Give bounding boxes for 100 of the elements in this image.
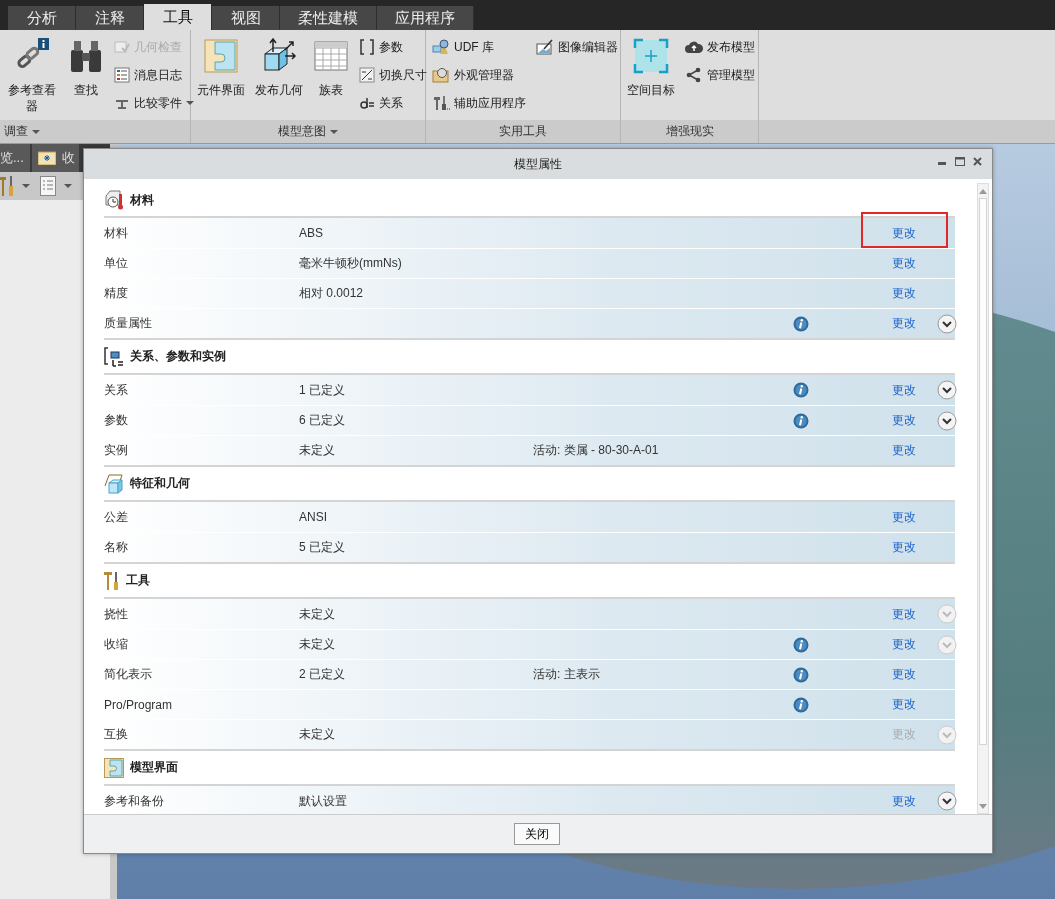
section-title: 模型界面 [130,759,178,776]
tools-icon [0,175,14,197]
property-label: 公差 [104,509,128,524]
ribbon-button[interactable]: 消息日志 [112,64,196,86]
expand-button[interactable] [937,380,957,400]
section-title: 材料 [130,191,154,209]
section-title: 工具 [126,572,150,589]
property-label: 挠性 [104,606,128,621]
property-label: 精度 [104,286,128,300]
ribbon-button[interactable]: 辅助应用程序 [430,92,528,114]
panel-tab[interactable]: 收 [31,144,81,172]
ribbon-button[interactable]: 发布几何 [253,36,305,100]
change-link[interactable]: 更改 [892,443,916,457]
property-value: 未定义 [299,606,335,621]
change-link[interactable]: 更改 [892,697,916,711]
change-link[interactable]: 更改 [892,256,916,270]
group-label: 模型意图 [278,123,326,140]
change-link[interactable]: 更改 [892,793,916,808]
property-label: 实例 [104,443,128,457]
property-label: 简化表示 [104,667,152,681]
ribbon-tab[interactable]: 视图 [212,6,280,30]
expand-button[interactable] [937,791,957,811]
property-label: 收缩 [104,637,128,651]
change-link[interactable]: 更改 [892,413,916,427]
ribbon-button[interactable]: 发布模型 [683,36,757,58]
property-value: 1 已定义 [299,382,345,397]
property-value: 毫米牛顿秒(mmNs) [299,256,402,270]
expand-button[interactable] [937,410,957,431]
chevron-down-icon [937,791,957,811]
ribbon-button[interactable]: 参考查看器 [4,36,60,116]
property-value: 未定义 [299,637,335,651]
change-link[interactable]: 更改 [892,382,916,397]
ribbon-button[interactable]: 参数 [357,36,429,58]
property-label: 参数 [104,413,128,427]
share-icon [685,67,703,83]
ribbon-tab[interactable]: 分析 [8,6,76,30]
ribbon-button[interactable]: 查找 [66,36,106,100]
scroll-down-icon [979,803,987,809]
property-label: 参考和备份 [104,793,164,808]
ribbon-button[interactable]: 比较零件 [112,92,196,114]
property-value: ANSI [299,510,327,524]
change-link[interactable]: 更改 [892,667,916,681]
list-log-icon [114,67,130,83]
property-value: ABS [299,226,323,240]
ribbon-tab[interactable]: 柔性建模 [280,6,377,30]
folder-icon [37,151,56,165]
ribbon-button[interactable]: 图像编辑器 [534,36,620,58]
close-button[interactable] [973,157,982,166]
property-value: 6 已定义 [299,413,345,427]
expand-button[interactable] [937,313,957,334]
table-grid-icon [313,38,349,74]
cloud-upload-icon [685,39,703,55]
caret-icon [186,101,194,105]
group-label: 调查 [4,123,28,140]
equation-icon [359,95,375,111]
ribbon-button[interactable]: 管理模型 [683,64,757,86]
property-value: 5 已定义 [299,540,345,554]
scroll-thumb[interactable] [979,198,987,745]
chevron-down-icon [937,724,957,745]
ribbon-tab[interactable]: 应用程序 [377,6,474,30]
ribbon-button[interactable]: 族表 [311,36,351,100]
maximize-button[interactable] [955,157,965,166]
ribbon-button[interactable]: 切换尺寸 [357,64,429,86]
property-label: 互换 [104,727,128,741]
ribbon-tab[interactable]: 注释 [76,6,144,30]
group-label: 增强现实 [665,123,714,140]
ribbon-button[interactable]: UDF 库 [430,36,528,58]
list-dropdown[interactable] [40,176,72,196]
close-dialog-button[interactable]: 关闭 [514,823,560,845]
ribbon-tab[interactable]: 工具 [144,4,212,30]
switch-dimension-icon [359,67,375,83]
change-link[interactable]: 更改 [892,286,916,300]
brackets-icon [359,39,375,55]
cube-arrows-icon [261,38,297,74]
change-link[interactable]: 更改 [892,637,916,651]
change-link[interactable]: 更改 [892,606,916,621]
binoculars-icon [68,38,104,74]
ribbon-button[interactable]: 元件界面 [195,36,247,100]
section-title: 关系、参数和实例 [130,348,226,365]
ribbon-button[interactable]: 空间目标 [625,36,677,100]
active-status: 活动: 类属 - 80-30-A-01 [533,443,659,457]
change-link[interactable]: 更改 [892,225,916,240]
panel-tab[interactable]: 览... [0,144,32,172]
change-link[interactable]: 更改 [892,540,916,554]
tools-icon [432,95,450,111]
ribbon-button[interactable]: 外观管理器 [430,64,528,86]
change-link[interactable]: 更改 [892,316,916,330]
property-value: 相对 0.0012 [299,286,364,300]
dialog-title: 模型属性 [514,155,562,173]
list-icon [40,176,56,196]
property-value: 未定义 [299,727,335,741]
box-check-icon [114,39,130,55]
scroll-up-icon [979,188,987,194]
chevron-down-icon [937,634,957,655]
scrollbar[interactable] [977,183,989,814]
property-label: 材料 [104,225,128,240]
change-link[interactable]: 更改 [892,509,916,524]
bracket-list-icon [104,346,124,367]
ribbon-button[interactable]: 关系 [357,92,429,114]
image-pen-icon [536,39,554,55]
